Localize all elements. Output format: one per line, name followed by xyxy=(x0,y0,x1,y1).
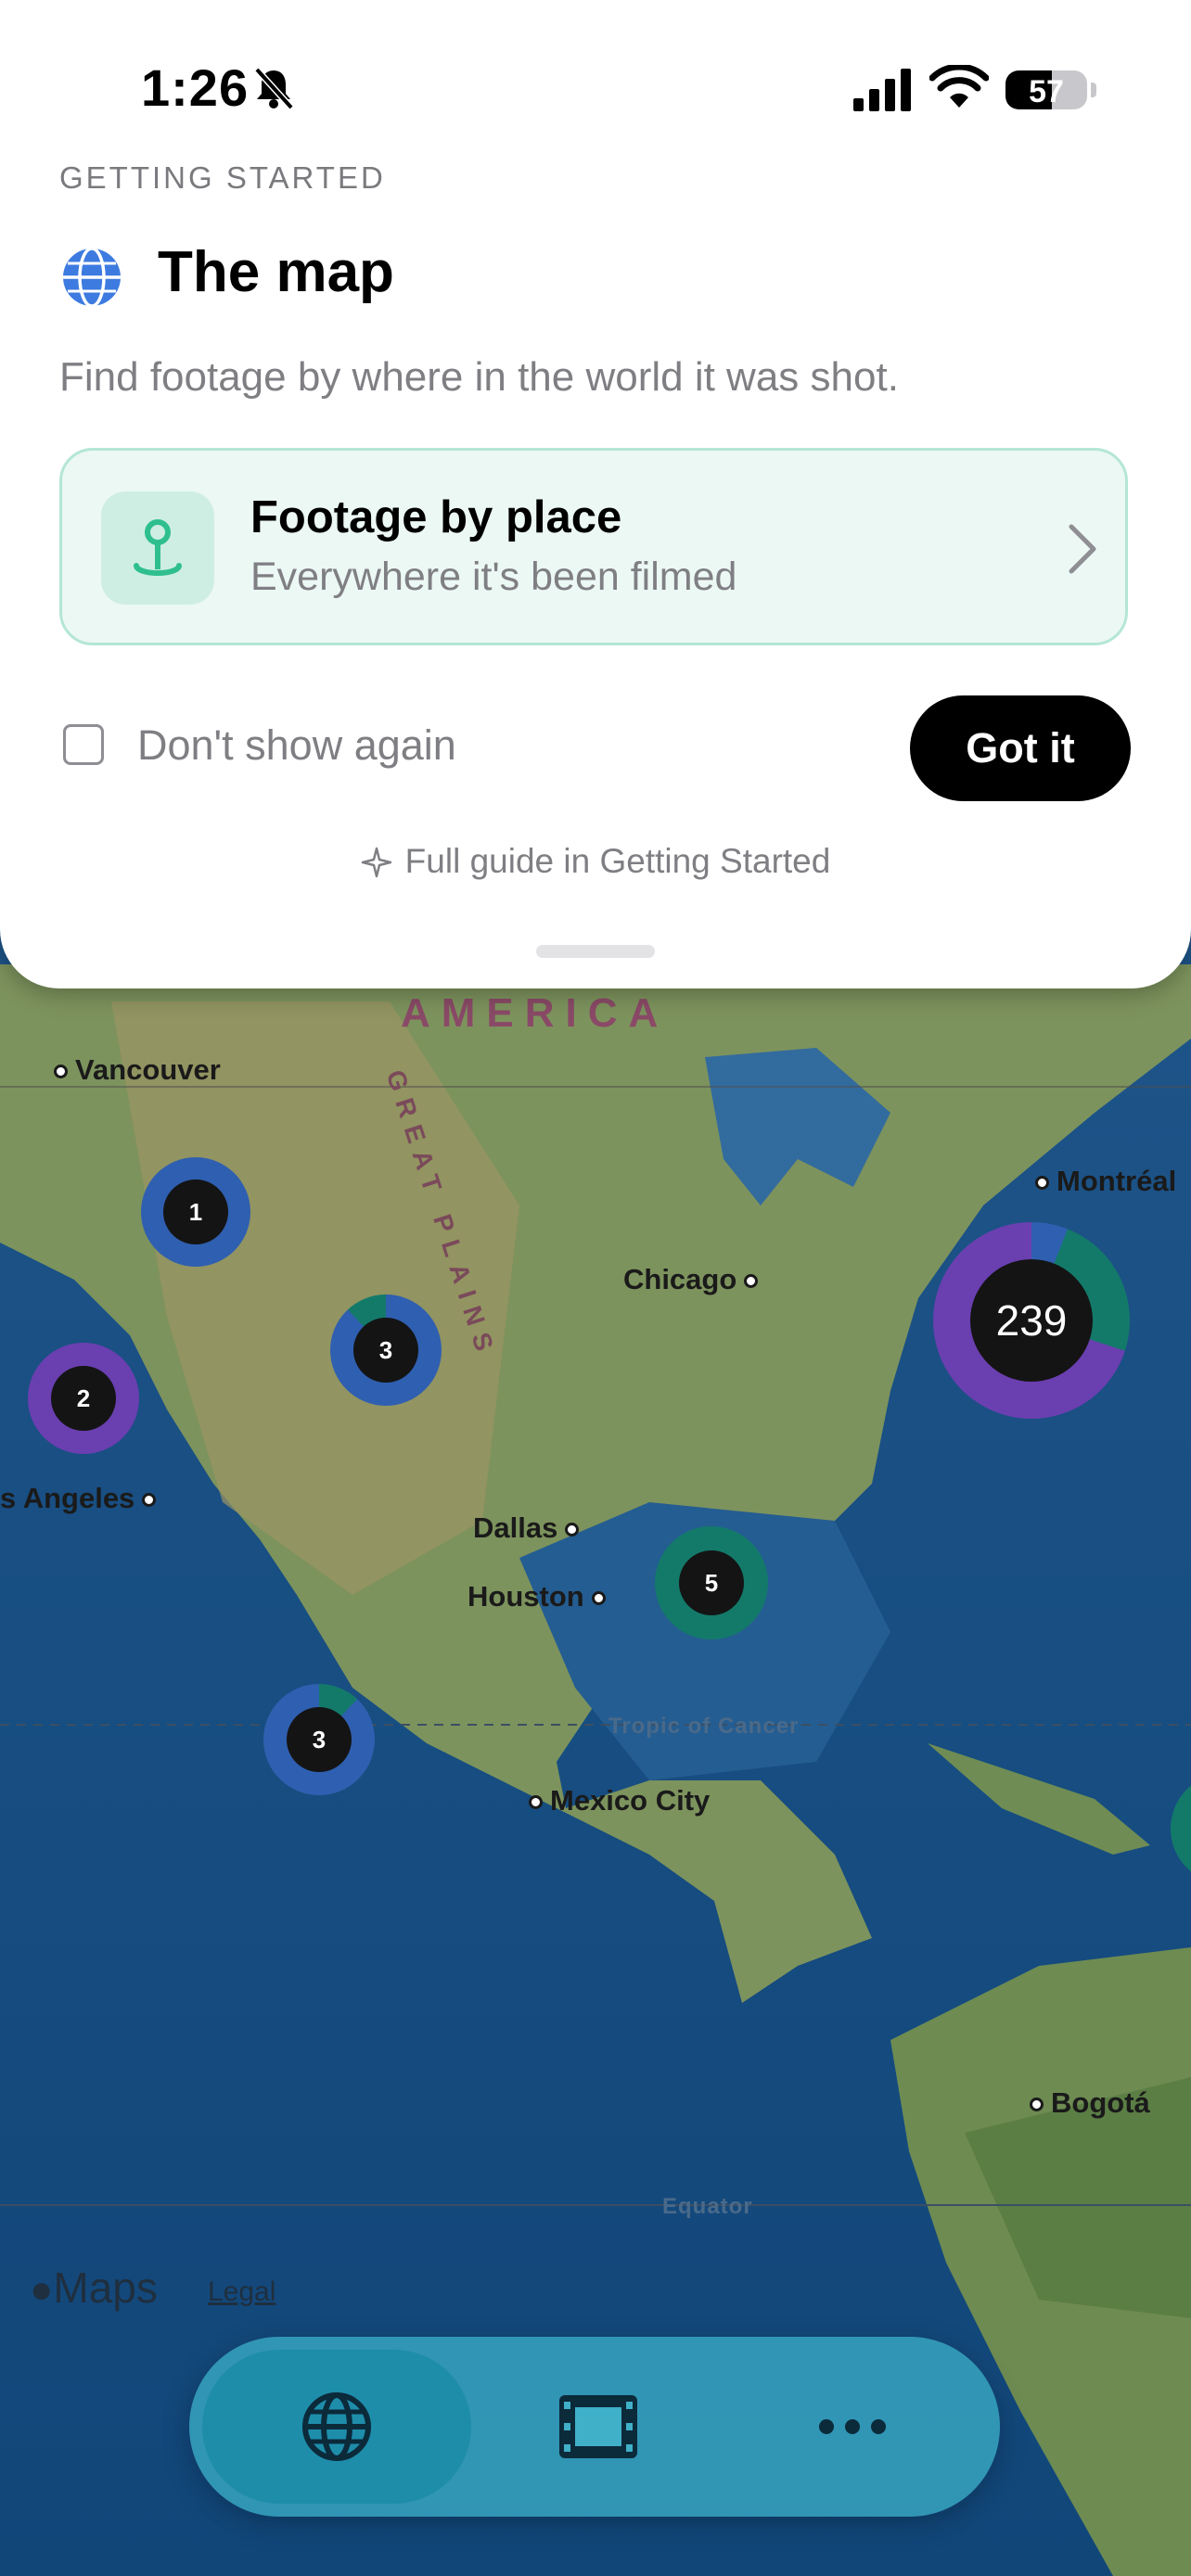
cluster-marker[interactable]: 239 xyxy=(933,1222,1130,1419)
status-time: 1:26 xyxy=(141,58,250,117)
dont-show-again-checkbox[interactable] xyxy=(63,724,104,765)
page-subtitle: Find footage by where in the world it wa… xyxy=(59,354,899,400)
cluster-count: 5 xyxy=(679,1550,744,1615)
tab-bar xyxy=(189,2337,1000,2517)
status-bar: 1:26 57 xyxy=(0,0,1191,176)
legal-link[interactable]: Legal xyxy=(208,2276,275,2308)
city-dallas[interactable]: Dallas xyxy=(473,1511,586,1545)
city-houston[interactable]: Houston xyxy=(467,1580,613,1613)
bell-slash-icon xyxy=(254,67,294,110)
tab-map[interactable] xyxy=(202,2350,471,2504)
cluster-count: 3 xyxy=(353,1318,418,1383)
city-chicago[interactable]: Chicago xyxy=(623,1263,765,1296)
cellular-signal-icon xyxy=(853,69,911,111)
footage-by-place-card[interactable]: Footage by place Everywhere it's been fi… xyxy=(59,448,1128,645)
wifi-icon xyxy=(929,65,989,108)
city-vancouver[interactable]: Vancouver xyxy=(46,1053,221,1087)
cluster-marker[interactable]: 1 xyxy=(141,1157,250,1267)
cluster-marker[interactable]: 3 xyxy=(263,1684,375,1795)
cluster-count: 3 xyxy=(287,1707,352,1772)
more-icon xyxy=(819,2419,886,2434)
card-subtitle: Everywhere it's been filmed xyxy=(250,555,737,599)
equator-label: Equator xyxy=(662,2194,753,2219)
cluster-count: 2 xyxy=(51,1366,116,1431)
sparkle-icon xyxy=(361,847,391,878)
battery-indicator: 57 xyxy=(1005,70,1087,109)
cluster-marker[interactable]: 5 xyxy=(655,1526,768,1639)
cluster-marker[interactable]: 3 xyxy=(330,1294,442,1406)
onboarding-sheet: 1:26 57 GETTING STARTED The map Find foo… xyxy=(0,0,1191,988)
city-montreal[interactable]: Montréal xyxy=(1028,1165,1176,1198)
globe-icon xyxy=(302,2392,371,2461)
tropic-label: Tropic of Cancer xyxy=(608,1714,800,1739)
cluster-count: 239 xyxy=(970,1259,1093,1382)
card-title: Footage by place xyxy=(250,492,622,542)
tab-footage[interactable] xyxy=(464,2350,733,2504)
city-bogota[interactable]: Bogotá xyxy=(1022,2086,1150,2120)
cluster-count: 1 xyxy=(163,1180,228,1244)
globe-icon xyxy=(63,247,121,308)
page-title: The map xyxy=(158,240,394,304)
section-kicker: GETTING STARTED xyxy=(59,160,386,195)
checkbox-label[interactable]: Don't show again xyxy=(137,721,456,770)
cluster-marker[interactable]: 2 xyxy=(28,1343,139,1454)
film-icon xyxy=(559,2395,637,2458)
map-pin-icon xyxy=(101,491,214,605)
city-los-angeles[interactable]: s Angeles xyxy=(0,1482,163,1515)
got-it-button[interactable]: Got it xyxy=(910,695,1131,801)
maps-attribution: ●Maps xyxy=(30,2264,158,2312)
apple-logo-icon: ● xyxy=(30,2267,54,2311)
full-guide-link[interactable]: Full guide in Getting Started xyxy=(0,842,1191,881)
city-mexico-city[interactable]: Mexico City xyxy=(521,1784,710,1817)
tab-more[interactable] xyxy=(718,2350,987,2504)
chevron-right-icon xyxy=(1069,524,1096,574)
sheet-grabber[interactable] xyxy=(536,945,655,958)
region-label: AMERICA xyxy=(401,990,670,1036)
